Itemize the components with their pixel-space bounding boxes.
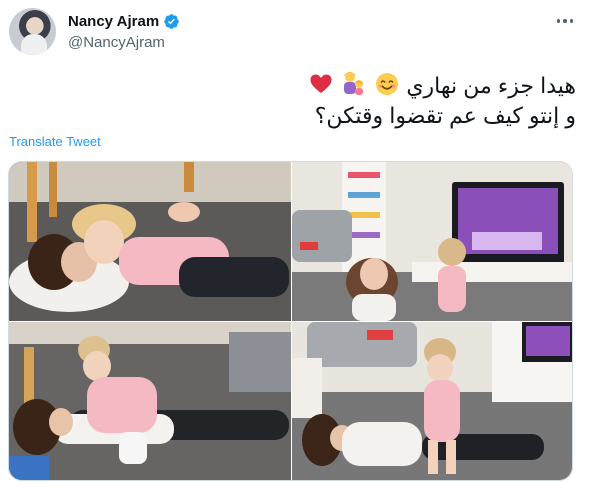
user-handle[interactable]: @NancyAjram (68, 34, 165, 51)
author-name-row[interactable]: Nancy Ajram (68, 13, 180, 30)
photo-4[interactable] (292, 322, 572, 480)
verified-badge-icon (164, 14, 179, 29)
photo-3[interactable] (9, 322, 291, 480)
tweet-line-1: هيدا جزء من نهاري (156, 70, 576, 101)
tweet-line-1-text: هيدا جزء من نهاري (406, 73, 576, 98)
smiling-face-icon (376, 73, 399, 95)
photo-2[interactable] (292, 162, 572, 321)
photo-1[interactable] (9, 162, 291, 321)
more-dots-icon[interactable] (554, 10, 576, 32)
tweet-text: هيدا جزء من نهاري و إنتو كيف عم تقضوا وق… (156, 70, 576, 131)
red-heart-icon (310, 74, 332, 93)
avatar[interactable] (9, 8, 56, 55)
tweet-line-2: و إنتو كيف عم تقضوا وقتكن؟ (314, 103, 576, 128)
media-grid (8, 161, 573, 481)
display-name[interactable]: Nancy Ajram (68, 13, 159, 30)
translate-tweet-link[interactable]: Translate Tweet (9, 134, 101, 149)
mother-and-child-icon (344, 72, 364, 95)
